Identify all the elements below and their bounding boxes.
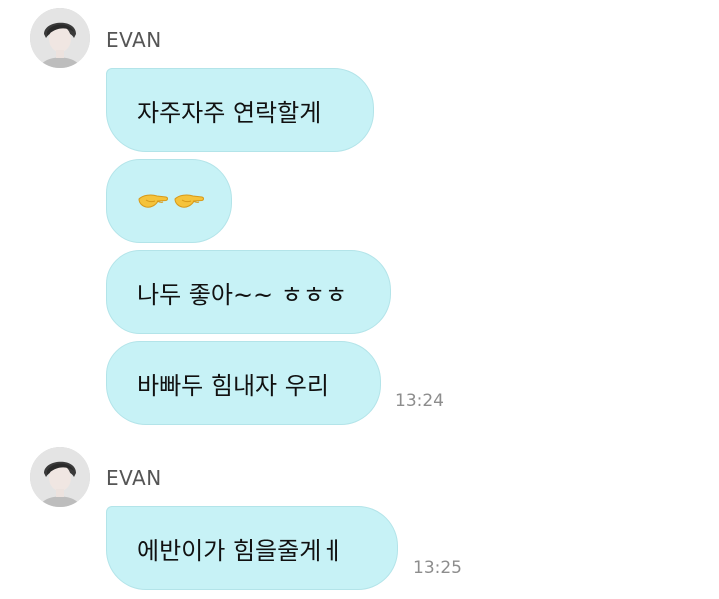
- pinching-hand-icon: [138, 194, 168, 208]
- message-timestamp: 13:24: [395, 391, 444, 411]
- message-bubble[interactable]: 바빠두 힘내자 우리: [106, 341, 381, 425]
- profile-photo-icon: [30, 8, 90, 68]
- avatar[interactable]: [30, 447, 90, 507]
- message-bubble-emoji[interactable]: [106, 159, 232, 243]
- message-timestamp: 13:25: [413, 558, 462, 578]
- sender-name: EVAN: [106, 466, 162, 490]
- emoji-group: [137, 190, 205, 212]
- message-text: 바빠두 힘내자 우리: [137, 371, 329, 400]
- pinching-hand-icon: [174, 194, 204, 208]
- message-bubble[interactable]: 에반이가 힘을줄게ㅔ: [106, 506, 398, 590]
- message-text: 자주자주 연락할게: [137, 98, 322, 127]
- message-text: 나두 좋아~~ ㅎㅎㅎ: [137, 280, 348, 309]
- message-bubble[interactable]: 자주자주 연락할게: [106, 68, 374, 152]
- profile-photo-icon: [30, 447, 90, 507]
- chat-view: EVAN 자주자주 연락할게 나두 좋아~~ ㅎㅎㅎ 바빠두 힘내자 우리 13…: [0, 0, 719, 599]
- avatar[interactable]: [30, 8, 90, 68]
- message-bubble[interactable]: 나두 좋아~~ ㅎㅎㅎ: [106, 250, 391, 334]
- message-text: 에반이가 힘을줄게ㅔ: [137, 536, 344, 565]
- sender-name: EVAN: [106, 28, 162, 52]
